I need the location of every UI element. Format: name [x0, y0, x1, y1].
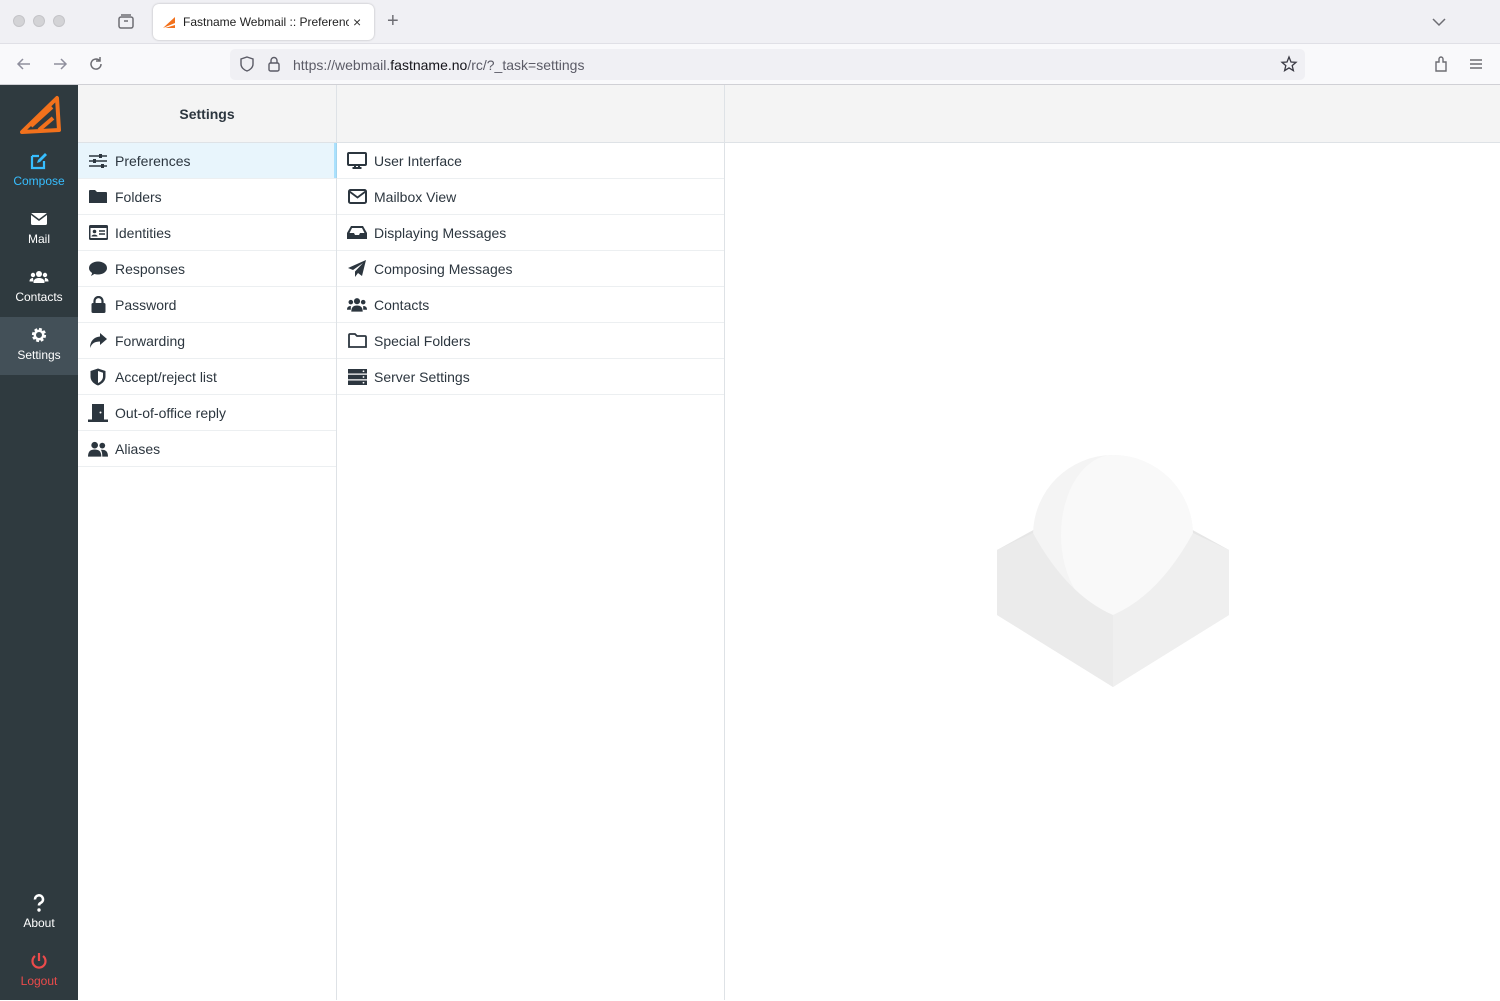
- settings-item-label: Password: [115, 296, 177, 313]
- settings-item-identities[interactable]: Identities: [78, 215, 336, 251]
- new-tab-button[interactable]: +: [387, 10, 399, 33]
- section-label: Composing Messages: [374, 260, 513, 277]
- window-close-dot[interactable]: [13, 15, 25, 27]
- shield-tracking-icon[interactable]: [238, 55, 256, 73]
- settings-item-aliases[interactable]: Aliases: [78, 431, 336, 467]
- forward-arrow-icon[interactable]: [50, 54, 70, 74]
- compose-icon: [30, 153, 47, 170]
- settings-item-responses[interactable]: Responses: [78, 251, 336, 287]
- rail-logout-label: Logout: [20, 974, 58, 988]
- window-minimize-dot[interactable]: [33, 15, 45, 27]
- section-label: Contacts: [374, 296, 430, 313]
- fastname-logo-icon[interactable]: [19, 92, 61, 136]
- settings-item-out-of-office[interactable]: Out-of-office reply: [78, 395, 336, 431]
- preferences-content-panel: [725, 85, 1500, 1000]
- rail-settings-button[interactable]: Settings: [0, 317, 78, 375]
- desktop-icon: [347, 152, 367, 169]
- main-navigation-rail: Compose Mail Contacts Settings About Log…: [0, 85, 78, 1000]
- settings-item-label: Out-of-office reply: [115, 404, 227, 421]
- browser-tab-active[interactable]: Fastname Webmail :: Preferences ×: [153, 4, 374, 40]
- bookmark-star-icon[interactable]: [1280, 55, 1298, 73]
- extensions-icon[interactable]: [1431, 54, 1451, 74]
- envelope-icon: [30, 213, 48, 225]
- power-icon: [31, 953, 47, 969]
- id-card-icon: [88, 225, 108, 240]
- lock-icon[interactable]: [266, 55, 282, 73]
- section-mailbox-view[interactable]: Mailbox View: [337, 179, 724, 215]
- url-bar[interactable]: https://webmail.fastname.no/rc/?_task=se…: [230, 49, 1305, 80]
- rail-compose-label: Compose: [13, 174, 65, 188]
- tab-groups-icon[interactable]: [116, 12, 136, 32]
- url-text[interactable]: https://webmail.fastname.no/rc/?_task=se…: [293, 57, 584, 73]
- share-icon: [90, 333, 107, 348]
- settings-item-forwarding[interactable]: Forwarding: [78, 323, 336, 359]
- section-composing-messages[interactable]: Composing Messages: [337, 251, 724, 287]
- rail-about-button[interactable]: About: [0, 885, 78, 943]
- favicon-icon: [163, 17, 175, 28]
- question-icon: [33, 894, 45, 912]
- settings-item-password[interactable]: Password: [78, 287, 336, 323]
- back-arrow-icon[interactable]: [14, 54, 34, 74]
- section-label: Displaying Messages: [374, 224, 507, 241]
- shield-icon: [90, 368, 106, 385]
- tab-title: Fastname Webmail :: Preferences: [183, 15, 349, 29]
- settings-item-label: Folders: [115, 188, 162, 205]
- roundcube-watermark-icon: [997, 455, 1229, 687]
- users-icon: [347, 297, 367, 312]
- section-label: User Interface: [374, 152, 462, 169]
- section-contacts[interactable]: Contacts: [337, 287, 724, 323]
- preferences-sections-panel: User Interface Mailbox View Displaying M…: [337, 85, 921, 1000]
- rail-contacts-button[interactable]: Contacts: [0, 259, 78, 317]
- envelope-outline-icon: [347, 189, 367, 204]
- tab-close-icon[interactable]: ×: [353, 14, 361, 30]
- rail-logout-button[interactable]: Logout: [0, 943, 78, 1001]
- sections-header: [337, 85, 724, 143]
- content-header: [725, 85, 1500, 143]
- webmail-app: Compose Mail Contacts Settings About Log…: [0, 85, 1500, 1000]
- section-label: Server Settings: [374, 368, 470, 385]
- settings-item-label: Accept/reject list: [115, 368, 217, 385]
- sliders-icon: [89, 153, 107, 168]
- settings-item-label: Responses: [115, 260, 186, 277]
- window-zoom-dot[interactable]: [53, 15, 65, 27]
- rail-mail-button[interactable]: Mail: [0, 201, 78, 259]
- paper-plane-icon: [348, 259, 366, 277]
- hamburger-menu-icon[interactable]: [1466, 54, 1486, 74]
- rail-contacts-label: Contacts: [15, 290, 63, 304]
- section-label: Special Folders: [374, 332, 471, 349]
- browser-tabbar: Fastname Webmail :: Preferences × +: [0, 0, 1500, 44]
- settings-header: Settings: [78, 85, 336, 143]
- chevron-down-icon[interactable]: [1431, 14, 1447, 30]
- users-icon: [29, 271, 49, 283]
- folder-outline-icon: [347, 333, 367, 348]
- settings-item-preferences[interactable]: Preferences: [78, 143, 337, 179]
- user-group-icon: [88, 441, 108, 457]
- section-server-settings[interactable]: Server Settings: [337, 359, 724, 395]
- settings-item-label: Aliases: [115, 440, 161, 457]
- comment-icon: [89, 261, 107, 276]
- rail-compose-button[interactable]: Compose: [0, 143, 78, 201]
- section-label: Mailbox View: [374, 188, 457, 205]
- section-user-interface[interactable]: User Interface: [337, 143, 724, 179]
- server-icon: [347, 368, 367, 385]
- section-special-folders[interactable]: Special Folders: [337, 323, 724, 359]
- rail-settings-label: Settings: [17, 348, 61, 362]
- gear-icon: [31, 327, 47, 343]
- rail-mail-label: Mail: [27, 232, 50, 246]
- settings-list-panel: Settings Preferences Folders Identities: [78, 85, 337, 1000]
- inbox-icon: [347, 226, 367, 239]
- browser-navbar: https://webmail.fastname.no/rc/?_task=se…: [0, 44, 1500, 85]
- settings-item-folders[interactable]: Folders: [78, 179, 336, 215]
- section-displaying-messages[interactable]: Displaying Messages: [337, 215, 724, 251]
- door-icon: [88, 403, 108, 422]
- settings-item-label: Preferences: [115, 152, 191, 169]
- reload-icon[interactable]: [86, 54, 106, 74]
- lock-icon: [91, 296, 105, 313]
- rail-about-label: About: [23, 916, 55, 930]
- settings-item-label: Forwarding: [115, 332, 186, 349]
- folder-icon: [89, 190, 107, 203]
- settings-item-label: Identities: [115, 224, 172, 241]
- settings-item-accept-reject[interactable]: Accept/reject list: [78, 359, 336, 395]
